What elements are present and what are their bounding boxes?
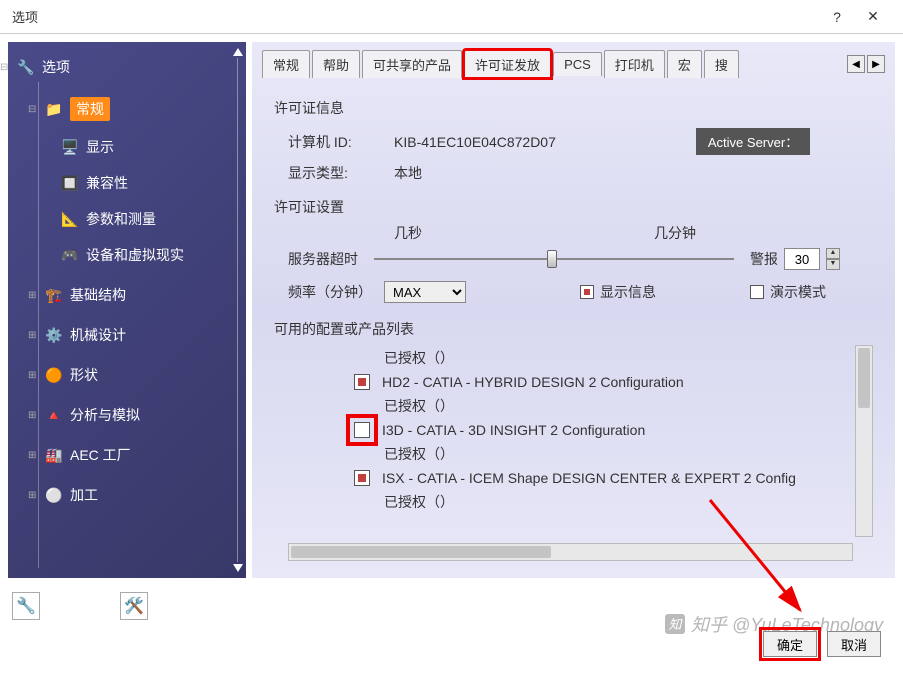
tab-search[interactable]: 搜 <box>704 50 739 78</box>
i3d-checkbox[interactable] <box>354 422 370 438</box>
shape-icon: 🟠 <box>44 366 64 384</box>
license-settings-section: 许可证设置 <box>274 197 873 217</box>
alarm-down[interactable]: ▼ <box>826 259 840 270</box>
folder-icon: 📁 <box>44 100 64 118</box>
display-icon: 🖥️ <box>60 138 80 156</box>
tool-icon-1[interactable]: 🔧 <box>12 592 40 620</box>
tree-params[interactable]: 📐 参数和测量 <box>60 206 240 232</box>
tab-general[interactable]: 常规 <box>262 50 310 78</box>
timeout-slider[interactable] <box>374 247 734 271</box>
tab-printer[interactable]: 打印机 <box>604 50 665 78</box>
show-info-label: 显示信息 <box>600 282 656 302</box>
mech-icon: ⚙️ <box>44 326 64 344</box>
hd2-checkbox[interactable] <box>354 374 370 390</box>
tree-root[interactable]: ⊟ 🔧 选项 <box>16 54 240 80</box>
config-list-section: 可用的配置或产品列表 <box>274 319 873 339</box>
tree-shape[interactable]: ⊞ 🟠 形状 <box>44 362 240 388</box>
tree-aec[interactable]: ⊞ 🏭 AEC 工厂 <box>44 442 240 468</box>
params-icon: 📐 <box>60 210 80 228</box>
config-hscroll[interactable] <box>288 543 853 561</box>
computer-id-value: KIB-41EC10E04C872D07 <box>394 134 556 150</box>
display-type-value: 本地 <box>394 163 422 183</box>
tab-pcs[interactable]: PCS <box>553 52 602 76</box>
tree-general[interactable]: ⊟ 📁 常规 <box>44 94 240 124</box>
show-info-checkbox[interactable] <box>580 285 594 299</box>
tree-compat[interactable]: 🔲 兼容性 <box>60 170 240 196</box>
content-panel: 常规 帮助 可共享的产品 许可证发放 PCS 打印机 宏 搜 ◀ ▶ 许可证信息… <box>252 42 895 578</box>
bottom-toolbar: 🔧 🛠️ <box>0 586 903 626</box>
computer-id-label: 计算机 ID: <box>288 132 374 152</box>
tree-machining[interactable]: ⊞ ⚪ 加工 <box>44 482 240 508</box>
config-i3d[interactable]: I3D - CATIA - 3D INSIGHT 2 Configuration <box>274 419 853 441</box>
tree-analysis[interactable]: ⊞ 🔺 分析与模拟 <box>44 402 240 428</box>
tree-devices[interactable]: 🎮 设备和虚拟现实 <box>60 242 240 268</box>
titlebar: 选项 ? ✕ <box>0 0 903 34</box>
tabs-row: 常规 帮助 可共享的产品 许可证发放 PCS 打印机 宏 搜 ◀ ▶ <box>256 46 891 78</box>
axis-minutes: 几分钟 <box>654 223 696 243</box>
authorized-text: 已授权（） <box>274 345 853 371</box>
machining-icon: ⚪ <box>44 486 64 504</box>
tab-scroll-right[interactable]: ▶ <box>867 55 885 73</box>
tab-shareable[interactable]: 可共享的产品 <box>362 50 462 78</box>
alarm-label: 警报 <box>750 249 778 269</box>
freq-select[interactable]: MAX <box>384 281 466 303</box>
active-server-button[interactable]: Active Server： <box>696 128 810 155</box>
authorized-text: 已授权（） <box>274 441 853 467</box>
tree-mech[interactable]: ⊞ ⚙️ 机械设计 <box>44 322 240 348</box>
display-type-label: 显示类型: <box>288 163 374 183</box>
infra-icon: 🏗️ <box>44 286 64 304</box>
options-icon: 🔧 <box>16 58 36 76</box>
authorized-text: 已授权（） <box>274 489 853 515</box>
help-button[interactable]: ? <box>819 9 855 25</box>
window-title: 选项 <box>12 7 819 26</box>
tree-display[interactable]: 🖥️ 显示 <box>60 134 240 160</box>
tree-infra[interactable]: ⊞ 🏗️ 基础结构 <box>44 282 240 308</box>
tab-scroll-left[interactable]: ◀ <box>847 55 865 73</box>
demo-mode-label: 演示模式 <box>770 282 826 302</box>
license-info-section: 许可证信息 <box>274 98 873 118</box>
close-button[interactable]: ✕ <box>855 8 891 25</box>
tab-macro[interactable]: 宏 <box>667 50 702 78</box>
config-isx[interactable]: ISX - CATIA - ICEM Shape DESIGN CENTER &… <box>274 467 853 489</box>
tool-icon-2[interactable]: 🛠️ <box>120 592 148 620</box>
tab-help[interactable]: 帮助 <box>312 50 360 78</box>
cancel-button[interactable]: 取消 <box>827 631 881 657</box>
tab-licensing[interactable]: 许可证发放 <box>464 50 551 78</box>
demo-mode-checkbox[interactable] <box>750 285 764 299</box>
aec-icon: 🏭 <box>44 446 64 464</box>
options-tree: ⊟ 🔧 选项 ⊟ 📁 常规 🖥️ 显示 🔲 兼容性 📐 参数和测量 🎮 <box>8 42 246 578</box>
config-hd2[interactable]: HD2 - CATIA - HYBRID DESIGN 2 Configurat… <box>274 371 853 393</box>
authorized-text: 已授权（） <box>274 393 853 419</box>
server-timeout-label: 服务器超时 <box>288 249 358 269</box>
isx-checkbox[interactable] <box>354 470 370 486</box>
ok-button[interactable]: 确定 <box>763 631 817 657</box>
axis-seconds: 几秒 <box>394 223 654 243</box>
config-vscroll[interactable] <box>855 345 873 537</box>
compat-icon: 🔲 <box>60 174 80 192</box>
freq-label: 频率（分钟） <box>288 282 372 302</box>
analysis-icon: 🔺 <box>44 406 64 424</box>
devices-icon: 🎮 <box>60 246 80 264</box>
alarm-up[interactable]: ▲ <box>826 248 840 259</box>
alarm-input[interactable] <box>784 248 820 270</box>
